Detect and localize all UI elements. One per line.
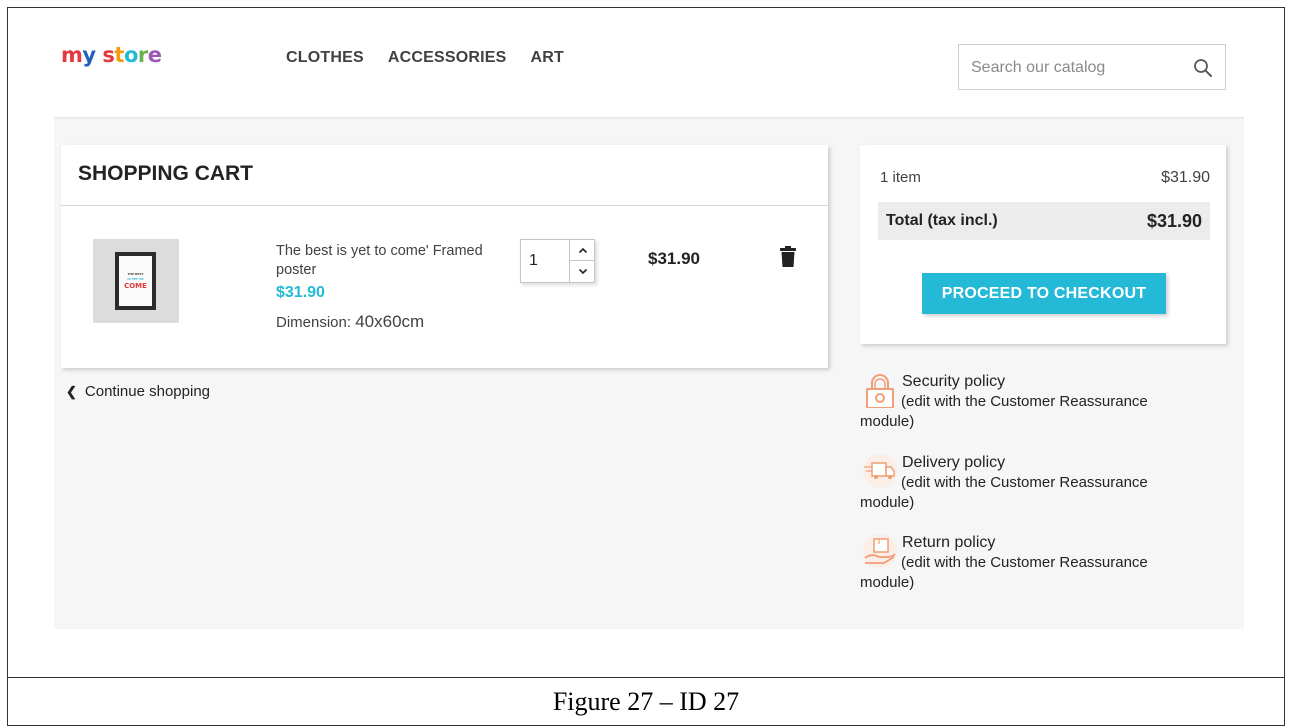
summary-total-row: Total (tax incl.) $31.90: [878, 202, 1210, 240]
proceed-to-checkout-button[interactable]: PROCEED TO CHECKOUT: [922, 273, 1166, 314]
logo-letter: r: [137, 43, 148, 67]
main-nav: CLOTHES ACCESSORIES ART: [286, 49, 564, 67]
nav-art[interactable]: ART: [531, 49, 564, 67]
nav-accessories[interactable]: ACCESSORIES: [388, 49, 507, 67]
attribute-label: Dimension:: [276, 314, 352, 331]
line-total: $31.90: [648, 249, 700, 268]
summary-total-label: Total (tax incl.): [886, 212, 998, 229]
logo-letter: s: [102, 43, 115, 67]
quantity-increase-button[interactable]: [569, 240, 595, 261]
logo-letter: e: [147, 43, 162, 67]
chevron-down-icon: [578, 268, 587, 275]
search-icon[interactable]: [1193, 58, 1213, 78]
cart-card: SHOPPING CART THE BEST IS YET TO COME Th…: [61, 145, 828, 368]
summary-items-amount: $31.90: [1161, 169, 1210, 186]
reassurance-title: Delivery policy: [902, 454, 1006, 471]
reassurance-desc: (edit with the Customer Reassurance modu…: [860, 393, 1148, 430]
quantity-decrease-button[interactable]: [569, 261, 595, 282]
reassurance-desc: (edit with the Customer Reassurance modu…: [860, 554, 1148, 591]
logo-letter: m: [61, 43, 83, 67]
product-attribute: Dimension: 40x60cm: [276, 312, 424, 332]
continue-shopping-link[interactable]: ❮ Continue shopping: [66, 383, 210, 400]
store-logo[interactable]: my store: [61, 43, 162, 67]
product-name[interactable]: The best is yet to come' Framed poster: [276, 242, 496, 280]
summary-total-amount: $31.90: [1146, 210, 1202, 231]
reassurance-desc: (edit with the Customer Reassurance modu…: [860, 474, 1148, 511]
poster-line: IS YET TO: [127, 276, 144, 281]
search-box: [958, 44, 1226, 90]
quantity-stepper: [520, 239, 595, 283]
logo-letter: y: [82, 43, 96, 67]
figure-caption: Figure 27 – ID 27: [552, 687, 740, 716]
reassurance-title: Return policy: [902, 534, 996, 551]
nav-clothes[interactable]: CLOTHES: [286, 49, 364, 67]
poster-line: THE BEST: [127, 271, 144, 276]
cart-summary: 1 item $31.90 Total (tax incl.) $31.90 P…: [860, 145, 1226, 344]
trash-icon[interactable]: [779, 246, 797, 268]
summary-items-row: 1 item $31.90: [880, 169, 1210, 187]
summary-items-label: 1 item: [880, 169, 921, 186]
attribute-value: 40x60cm: [355, 312, 425, 331]
quantity-input[interactable]: [529, 251, 559, 271]
poster-image: THE BEST IS YET TO COME: [115, 252, 156, 310]
continue-shopping-label: Continue shopping: [84, 383, 211, 400]
product-price: $31.90: [276, 284, 325, 301]
search-input[interactable]: [971, 57, 1181, 79]
product-thumbnail[interactable]: THE BEST IS YET TO COME: [93, 239, 179, 323]
cart-title: SHOPPING CART: [78, 162, 254, 185]
reassurance-title: Security policy: [902, 373, 1006, 390]
poster-line: COME: [124, 281, 147, 290]
chevron-left-icon: ❮: [66, 383, 77, 399]
logo-letter: o: [123, 43, 138, 67]
chevron-up-icon: [578, 247, 587, 253]
logo-letter: t: [114, 43, 124, 67]
cart-divider: [61, 205, 828, 206]
